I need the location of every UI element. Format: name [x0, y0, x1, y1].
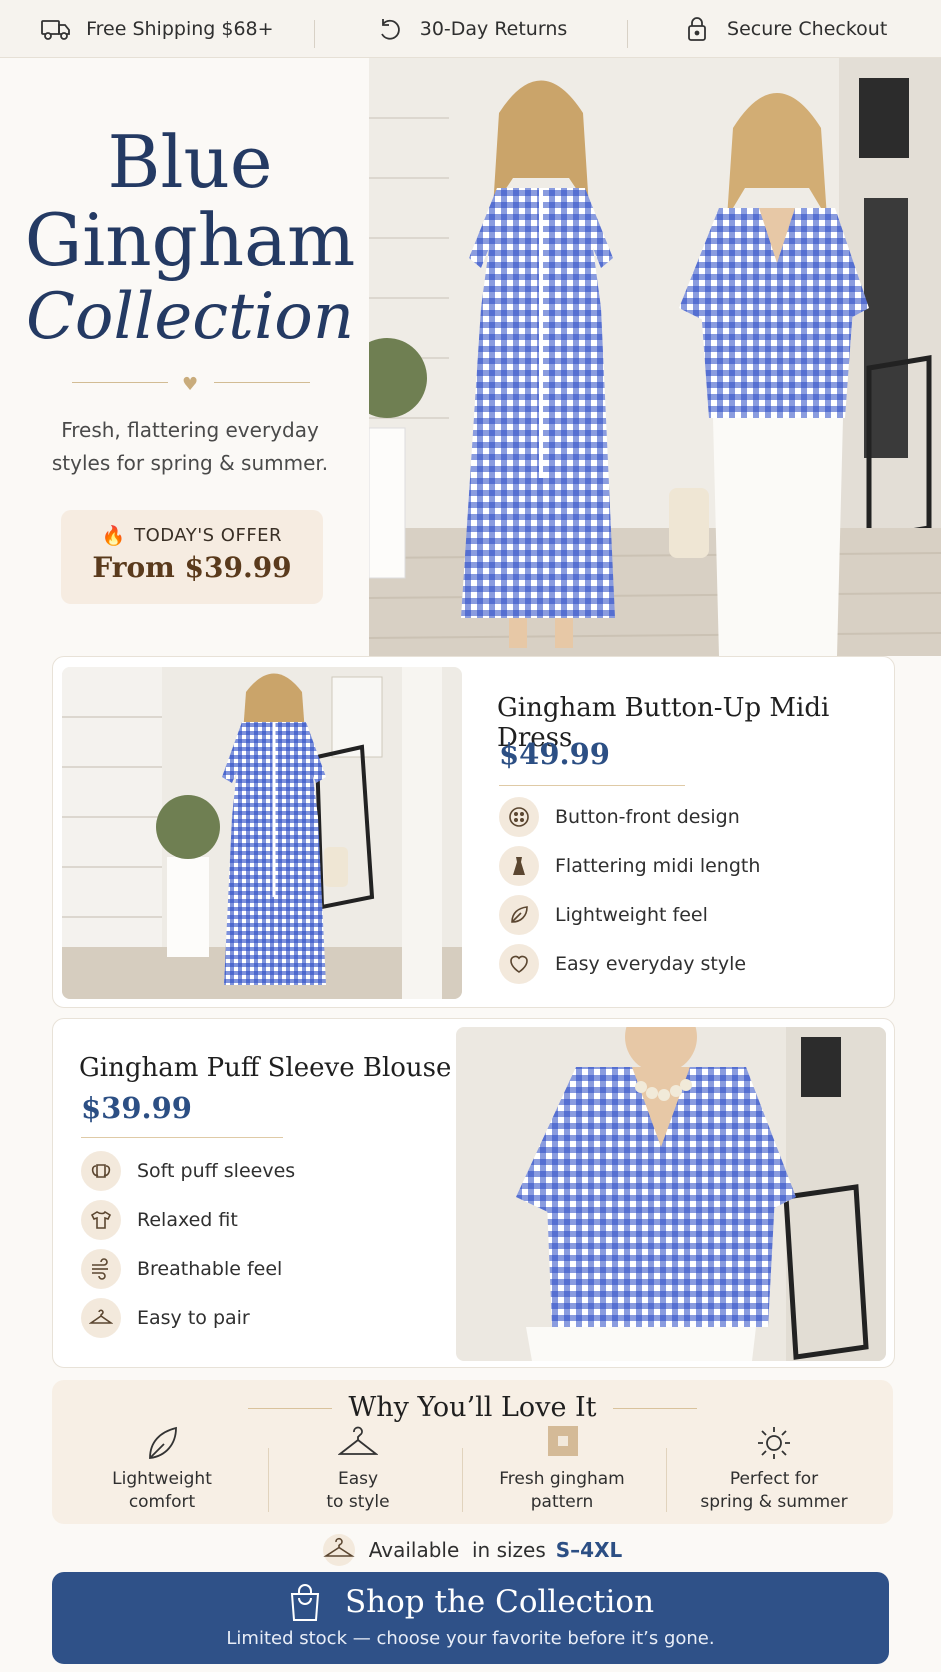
- hero-title-line3: Collection: [25, 280, 355, 354]
- leaf-icon: [511, 906, 528, 923]
- dress-feature-3: Lightweight feel: [499, 895, 708, 935]
- offer-price: From $39.99: [92, 551, 292, 584]
- top-benefits-bar: Free Shipping $68+ 30-Day Returns Secure…: [0, 0, 941, 58]
- tagline-line2: styles for spring & summer.: [51, 451, 329, 475]
- feature-label: Lightweight feel: [555, 904, 708, 926]
- hanger-icon: [338, 1426, 378, 1455]
- return-arrow-icon: [380, 18, 400, 40]
- why-item-line2: pattern: [530, 1492, 594, 1512]
- blouse-name[interactable]: Gingham Puff Sleeve Blouse: [79, 1053, 451, 1083]
- why-item-lightweight: Lightweight comfort: [62, 1424, 262, 1514]
- feature-label: Relaxed fit: [137, 1209, 238, 1231]
- tagline-line1: Fresh, flattering everyday: [61, 418, 319, 442]
- feature-label: Button-front design: [555, 806, 740, 828]
- returns-text: 30-Day Returns: [419, 17, 568, 40]
- secure-checkout-badge: Secure Checkout: [627, 16, 941, 48]
- feature-label: Soft puff sleeves: [137, 1160, 296, 1182]
- why-item-gingham-pattern: Fresh gingham pattern: [462, 1424, 662, 1514]
- feature-label: Easy to pair: [137, 1307, 250, 1329]
- product-card-blouse[interactable]: Gingham Puff Sleeve Blouse $39.99 Soft p…: [52, 1018, 895, 1368]
- truck-icon: [41, 19, 70, 40]
- hero-title-line1: Blue: [107, 120, 273, 204]
- fire-icon: 🔥: [101, 525, 127, 547]
- blouse-feature-3: Breathable feel: [81, 1249, 282, 1289]
- dress-photo-illustration: [62, 667, 462, 999]
- why-item-line1: Lightweight: [112, 1469, 212, 1489]
- why-title-rule-right: [613, 1408, 697, 1409]
- lock-icon: [688, 16, 706, 41]
- sizes-range: S–4XL: [555, 1538, 623, 1562]
- heart-icon: [510, 955, 528, 973]
- why-item-line2: to style: [326, 1492, 390, 1512]
- blouse-product-photo[interactable]: [456, 1027, 886, 1361]
- blouse-feature-2: Relaxed fit: [81, 1200, 238, 1240]
- why-item-line1: Fresh gingham: [499, 1469, 625, 1489]
- blouse-feature-4: Easy to pair: [81, 1298, 250, 1338]
- shopping-bag-icon: [290, 1584, 320, 1621]
- why-item-line2: comfort: [128, 1492, 196, 1512]
- sizes-prefix: Available in sizes: [368, 1538, 546, 1562]
- returns-badge: 30-Day Returns: [313, 16, 628, 48]
- why-item-line1: Easy: [337, 1469, 379, 1489]
- why-item-line2: spring & summer: [700, 1492, 848, 1512]
- hero-photo: [369, 58, 941, 656]
- feature-label: Easy everyday style: [555, 953, 747, 975]
- why-item-line1: Perfect for: [729, 1469, 819, 1489]
- sleeve-icon: [91, 1164, 111, 1178]
- why-separator: [666, 1448, 667, 1512]
- why-item-spring-summer: Perfect for spring & summer: [674, 1424, 874, 1514]
- hero-text-panel: Blue Gingham Collection ♥ Fresh, flatter…: [0, 58, 369, 656]
- heart-icon: ♥: [182, 374, 199, 395]
- product-card-dress[interactable]: Gingham Button-Up Midi Dress $49.99 Butt…: [52, 656, 895, 1008]
- secure-checkout-text: Secure Checkout: [727, 17, 888, 40]
- offer-label: TODAY'S OFFER: [134, 525, 283, 546]
- blouse-price: $39.99: [81, 1091, 192, 1125]
- blouse-feature-1: Soft puff sleeves: [81, 1151, 295, 1191]
- free-shipping-badge: Free Shipping $68+: [0, 16, 314, 42]
- hero-models-illustration: [369, 58, 941, 656]
- hanger-icon: [89, 1309, 113, 1324]
- feature-label: Flattering midi length: [555, 855, 761, 877]
- dress-feature-1: Button-front design: [499, 797, 740, 837]
- dress-feature-2: Flattering midi length: [499, 846, 760, 886]
- why-youll-love-it: Why You’ll Love It Lightweight comfort E…: [52, 1380, 893, 1524]
- hero-title-line2: Gingham: [24, 198, 356, 282]
- hanger-icon: [322, 1534, 355, 1566]
- blouse-photo-illustration: [456, 1027, 886, 1361]
- dress-price-rule: [499, 785, 685, 786]
- why-item-easy-style: Easy to style: [258, 1424, 458, 1514]
- cta-sublabel: Limited stock — choose your favorite bef…: [226, 1628, 715, 1649]
- hero-divider: ♥: [72, 374, 310, 395]
- free-shipping-text: Free Shipping $68+: [86, 17, 274, 40]
- dress-product-photo[interactable]: [62, 667, 462, 999]
- why-title: Why You’ll Love It: [348, 1392, 597, 1423]
- leaf-icon: [149, 1426, 177, 1460]
- sun-icon: [758, 1427, 790, 1459]
- gingham-swatch-icon: [548, 1426, 578, 1456]
- dress-icon: [513, 857, 525, 875]
- available-sizes: Available in sizes S–4XL: [0, 1534, 941, 1566]
- shop-collection-button[interactable]: Shop the Collection Limited stock — choo…: [52, 1572, 889, 1664]
- wind-icon: [92, 1258, 108, 1280]
- todays-offer-badge: 🔥 TODAY'S OFFER From $39.99: [61, 510, 323, 604]
- dress-price: $49.99: [499, 737, 610, 771]
- button-icon: [509, 807, 529, 827]
- blouse-price-rule: [81, 1137, 283, 1138]
- shirt-icon: [90, 1210, 112, 1229]
- dress-feature-4: Easy everyday style: [499, 944, 746, 984]
- feature-label: Breathable feel: [137, 1258, 283, 1280]
- hero-tagline: Fresh, flattering everyday styles for sp…: [0, 414, 380, 480]
- cta-label[interactable]: Shop the Collection: [345, 1584, 654, 1620]
